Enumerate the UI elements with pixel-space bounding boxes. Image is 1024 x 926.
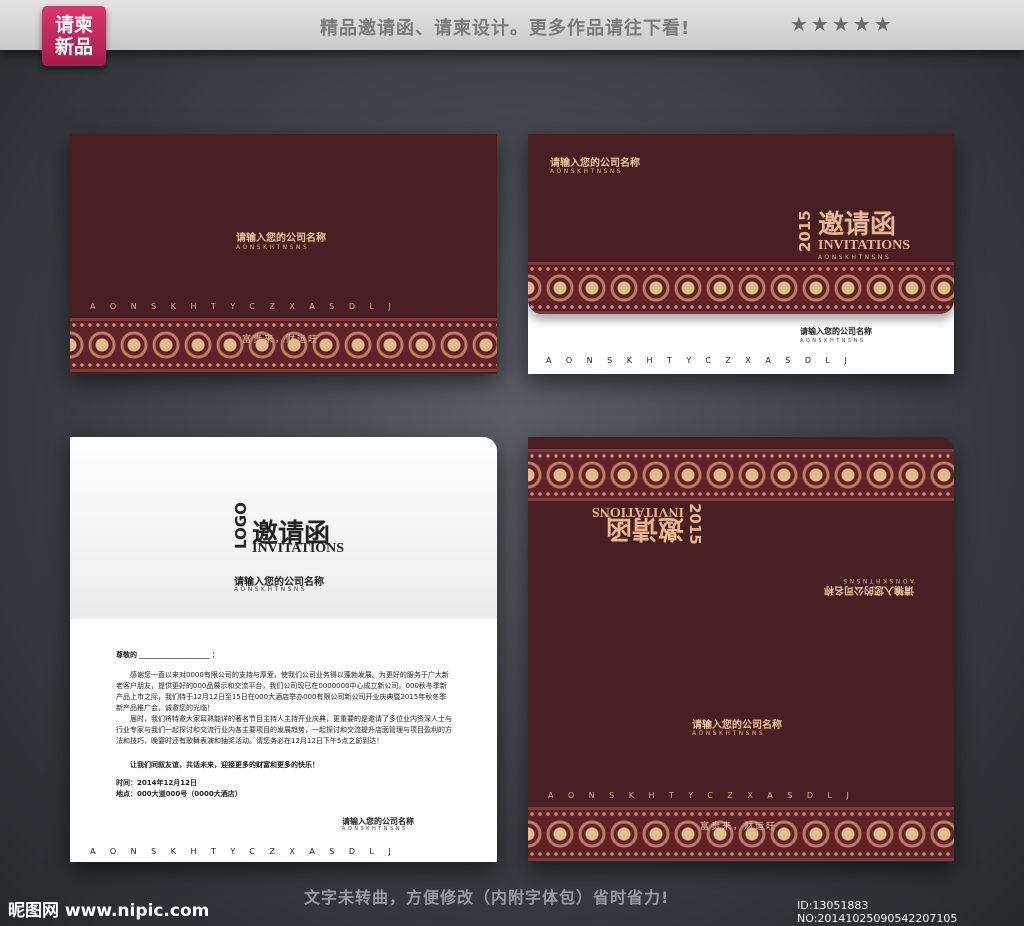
paragraph-1: 感谢您一直以来对0000有限公司的支持与厚爱，使我们公司业务得以蓬勃发展。为更好… [116,671,449,712]
floral-border [528,262,954,314]
company-name: 请输入您的公司名称 [236,233,326,244]
company-name-en: AONSKHTNSNS [800,338,866,344]
floral-border-top [528,449,954,501]
company-name-en: AONSKHTNSNS [550,168,624,175]
flap: 请输入您的公司名称 AONSKHTNSNS 2015 邀请函 INVITATIO… [528,134,954,314]
logo-english: INVITATIONS [818,238,911,253]
card-inner-cover: 2015 邀请函 INVITATIONS 请输入您的公司名称 AONSKHTNS… [528,437,954,862]
new-badge: 请柬 新品 [42,6,106,66]
company-name-en: AONSKHTNSNS [234,586,308,593]
company-name: 请输入您的公司名称 [800,327,872,336]
rotated-company: 请输入您的公司名称 AONSKHTNSNS [824,577,914,599]
logo-chinese: 邀请函 [818,210,897,240]
footer-text: 富贵来，财运旺 [700,822,778,832]
event-time: 时间：2014年12月12日 [116,779,197,787]
footer-slogan: 文字未转曲，方便修改（内附字体包）省时省力! [304,888,670,907]
logo-word: LOGO [232,502,250,549]
card-back-cover: 请输入您的公司名称 AONSKHTNSNS 2015 邀请函 INVITATIO… [528,134,954,374]
alphabet-row: AONSKHTYCZXASDLJ [90,302,406,311]
floral-border [70,318,497,372]
company-name-en: AONSKHTNSNS [342,826,408,832]
company-name-en: AONSKHTNSNS [692,730,766,737]
greeting: 尊敬的 ____________________ ： [116,651,219,659]
badge-line1: 请柬 [54,14,93,36]
card-front-cover: 请输入您的公司名称 AONSKHTNSNS AONSKHTYCZXASDLJ 富… [70,134,497,374]
footer-text: 富贵来，财运旺 [242,335,320,345]
card-inner-letter: LOGO 邀请函 INVITATIONS 请输入您的公司名称 AONSKHTNS… [70,437,497,862]
year-label: 2015 [686,503,704,545]
alphabet-row: AONSKHTYCZXASDLJ [546,356,862,365]
image-id: ID:13051883 NO:20141025090542207105 [797,899,958,925]
logo-english: INVITATIONS [252,541,345,556]
site-watermark: 昵图网 www.nipic.com [8,901,210,921]
rotated-logo: 2015 邀请函 INVITATIONS [548,499,704,559]
company-name-en: AONSKHTNSNS [236,244,310,251]
rating-stars: ★★★★★ [790,12,895,36]
company-name: 请输入您的公司名称 [692,720,782,731]
paragraph-2: 届时，我们将特邀大家耳熟能详的著名节目主持人主持开业庆典，更重要的是邀请了多位业… [116,715,452,745]
company-name: 请输入您的公司名称 [550,158,640,169]
banner-title: 精品邀请函、请柬设计。更多作品请往下看! [320,18,691,39]
company-name-en: AONSKHTNSNS [818,254,892,261]
event-place: 地点：000大道000号（0000大酒店） [116,790,242,798]
year-label: 2015 [796,210,814,252]
floral-border-bottom [528,807,954,861]
badge-line2: 新品 [54,36,93,58]
company-name-en: AONSKHTNSNS [840,577,914,584]
closing-line: 让我们同叙友谊，共话未来，迎接更多的财富和更多的快乐！ [130,761,319,769]
alphabet-row: AONSKHTYCZXASDLJ [90,847,406,856]
logo-english: INVITATIONS [591,504,684,519]
alphabet-row: AONSKHTYCZXASDLJ [548,791,864,800]
company-name: 请输入您的公司名称 [824,584,914,595]
